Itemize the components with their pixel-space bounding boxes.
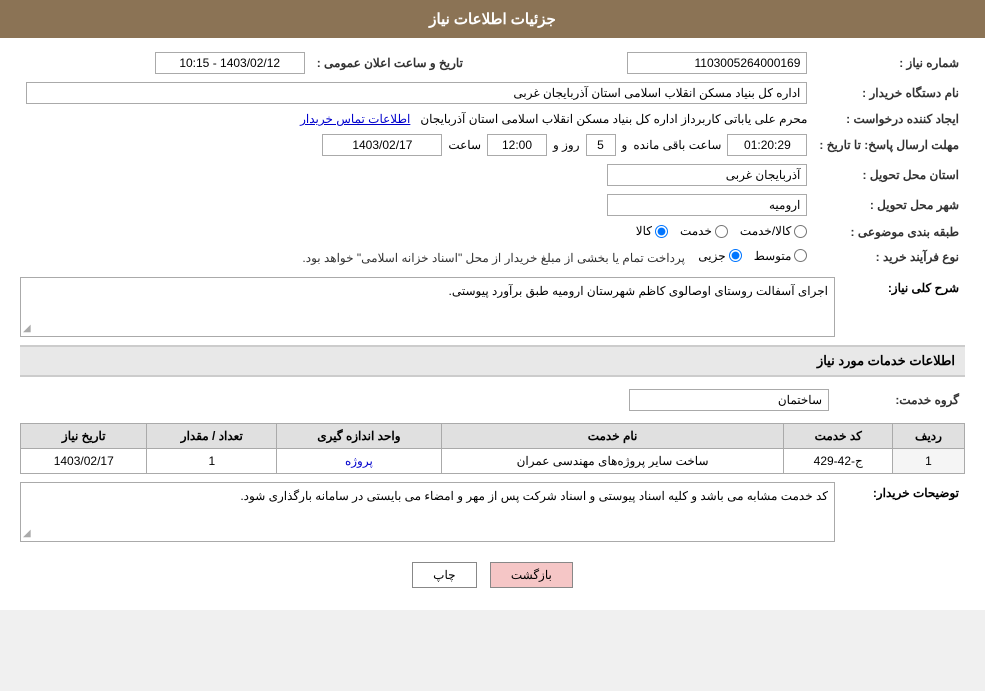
services-table: ردیف کد خدمت نام خدمت واحد اندازه گیری ت…: [20, 423, 965, 474]
tosaif-label: توضیحات خریدار:: [835, 482, 965, 504]
radio-khedmat-input[interactable]: [715, 225, 728, 238]
radio-mottasat: متوسط: [754, 249, 808, 263]
cell-nam: ساخت سایر پروژه‌های مهندسی عمران: [441, 449, 784, 474]
mohlt-date: 1403/02/17: [322, 134, 442, 156]
col-nam: نام خدمت: [441, 424, 784, 449]
radio-khedmat-label: خدمت: [680, 224, 712, 238]
row-ostan: استان محل تحویل : آذربایجان غربی: [20, 160, 965, 190]
services-header-row: ردیف کد خدمت نام خدمت واحد اندازه گیری ت…: [21, 424, 965, 449]
tabaqe-radio-group: کالا/خدمت خدمت کالا: [636, 224, 808, 238]
cell-vahed: پروژه: [277, 449, 441, 474]
navoe-note: پرداخت تمام یا بخشی از مبلغ خریدار از مح…: [302, 251, 685, 265]
row-shahr: شهر محل تحویل : ارومیه: [20, 190, 965, 220]
shahr-label: شهر محل تحویل :: [813, 190, 965, 220]
back-button[interactable]: بازگشت: [490, 562, 573, 588]
row-namdastgah: نام دستگاه خریدار : اداره کل بنیاد مسکن …: [20, 78, 965, 108]
sharh-wrapper: اجرای آسفالت روستای اوصالوی کاظم شهرستان…: [20, 277, 835, 337]
radio-mottasat-label: متوسط: [754, 249, 792, 263]
col-tedad: تعداد / مقدار: [147, 424, 277, 449]
radio-kala: کالا: [636, 224, 668, 238]
main-content: شماره نیاز : 1103005264000169 تاریخ و سا…: [0, 38, 985, 610]
col-tarikh: تاریخ نیاز: [21, 424, 147, 449]
table-row: 1 ج-42-429 ساخت سایر پروژه‌های مهندسی عم…: [21, 449, 965, 474]
btn-row: بازگشت چاپ: [20, 550, 965, 600]
tarikh-value: 1403/02/12 - 10:15: [155, 52, 305, 74]
main-container: جزئیات اطلاعات نیاز شماره نیاز : 1103005…: [0, 0, 985, 610]
shomara-label: شماره نیاز :: [813, 48, 965, 78]
cell-kod: ج-42-429: [784, 449, 893, 474]
services-thead: ردیف کد خدمت نام خدمت واحد اندازه گیری ت…: [21, 424, 965, 449]
sharh-section: شرح کلی نیاز: اجرای آسفالت روستای اوصالو…: [20, 277, 965, 337]
radio-jozee-input[interactable]: [729, 249, 742, 262]
radio-kala-khedmat: کالا/خدمت: [740, 224, 807, 238]
mohlt-roz-value: 5: [586, 134, 616, 156]
cell-tedad: 1: [147, 449, 277, 474]
tosaif-value: کد خدمت مشابه می باشد و کلیه اسناد پیوست…: [240, 489, 828, 503]
khadamat-section-title: اطلاعات خدمات مورد نیاز: [20, 345, 965, 377]
tosaif-box: کد خدمت مشابه می باشد و کلیه اسناد پیوست…: [20, 482, 835, 542]
sharh-box: اجرای آسفالت روستای اوصالوی کاظم شهرستان…: [20, 277, 835, 337]
page-header: جزئیات اطلاعات نیاز: [0, 0, 985, 38]
radio-jozee-label: جزیی: [698, 249, 725, 263]
ostan-label: استان محل تحویل :: [813, 160, 965, 190]
mohlt-roz-label: روز و: [553, 138, 580, 152]
cell-tarikh: 1403/02/17: [21, 449, 147, 474]
page-title: جزئیات اطلاعات نیاز: [429, 11, 556, 28]
shomara-value: 1103005264000169: [627, 52, 807, 74]
contact-link[interactable]: اطلاعات تماس خریدار: [300, 112, 410, 126]
ijad-label: ایجاد کننده درخواست :: [813, 108, 965, 130]
row-shomara: شماره نیاز : 1103005264000169 تاریخ و سا…: [20, 48, 965, 78]
mohlt-label: مهلت ارسال پاسخ: تا تاریخ :: [813, 130, 965, 160]
namdastgah-value: اداره کل بنیاد مسکن انقلاب اسلامی استان …: [26, 82, 807, 104]
row-mohlt: مهلت ارسال پاسخ: تا تاریخ : 01:20:29 ساع…: [20, 130, 965, 160]
radio-kala-khedmat-input[interactable]: [794, 225, 807, 238]
radio-kala-label: کالا: [636, 224, 652, 238]
col-radif: ردیف: [892, 424, 964, 449]
mohlt-saat-label: ساعت: [448, 138, 481, 152]
sharh-value: اجرای آسفالت روستای اوصالوی کاظم شهرستان…: [449, 284, 828, 298]
radio-kala-khedmat-label: کالا/خدمت: [740, 224, 791, 238]
goroh-table: گروه خدمت: ساختمان: [20, 385, 965, 415]
tosaif-wrapper: کد خدمت مشابه می باشد و کلیه اسناد پیوست…: [20, 482, 835, 542]
col-vahed: واحد اندازه گیری: [277, 424, 441, 449]
cell-radif: 1: [892, 449, 964, 474]
navoe-radio-group: متوسط جزیی: [698, 249, 807, 263]
ostan-value: آذربایجان غربی: [607, 164, 807, 186]
info-table: شماره نیاز : 1103005264000169 تاریخ و سا…: [20, 48, 965, 269]
mohlt-roz-label-and: و: [622, 138, 628, 152]
sharh-label: شرح کلی نیاز:: [835, 277, 965, 299]
tabaqe-label: طبقه بندی موضوعی :: [813, 220, 965, 245]
row-ijad: ایجاد کننده درخواست : محرم علی یاباتی کا…: [20, 108, 965, 130]
mohlt-mande-label: ساعت باقی مانده: [633, 138, 721, 152]
row-navoe: نوع فرآیند خرید : متوسط جزیی پرداخت تمام…: [20, 245, 965, 270]
radio-kala-input[interactable]: [655, 225, 668, 238]
row-tabaqe: طبقه بندی موضوعی : کالا/خدمت خدمت: [20, 220, 965, 245]
resize-icon: ◢: [23, 323, 31, 334]
mohlt-mande-value: 01:20:29: [727, 134, 807, 156]
mohlt-row: 01:20:29 ساعت باقی مانده و 5 روز و 12:00…: [26, 134, 807, 156]
radio-mottasat-input[interactable]: [794, 249, 807, 262]
tosaif-section: توضیحات خریدار: کد خدمت مشابه می باشد و …: [20, 482, 965, 542]
ijad-value: محرم علی یاباتی کاربرداز اداره کل بنیاد …: [420, 112, 807, 126]
services-tbody: 1 ج-42-429 ساخت سایر پروژه‌های مهندسی عم…: [21, 449, 965, 474]
namdastgah-label: نام دستگاه خریدار :: [813, 78, 965, 108]
col-kod: کد خدمت: [784, 424, 893, 449]
radio-jozee: جزیی: [698, 249, 741, 263]
mohlt-saat-value: 12:00: [487, 134, 547, 156]
goroh-label: گروه خدمت:: [835, 385, 965, 415]
shahr-value: ارومیه: [607, 194, 807, 216]
row-goroh: گروه خدمت: ساختمان: [20, 385, 965, 415]
radio-khedmat: خدمت: [680, 224, 728, 238]
tarikh-label: تاریخ و ساعت اعلان عمومی :: [311, 48, 469, 78]
tosaif-resize-icon: ◢: [23, 528, 31, 539]
navoe-label: نوع فرآیند خرید :: [813, 245, 965, 270]
print-button[interactable]: چاپ: [412, 562, 476, 588]
goroh-value: ساختمان: [629, 389, 829, 411]
